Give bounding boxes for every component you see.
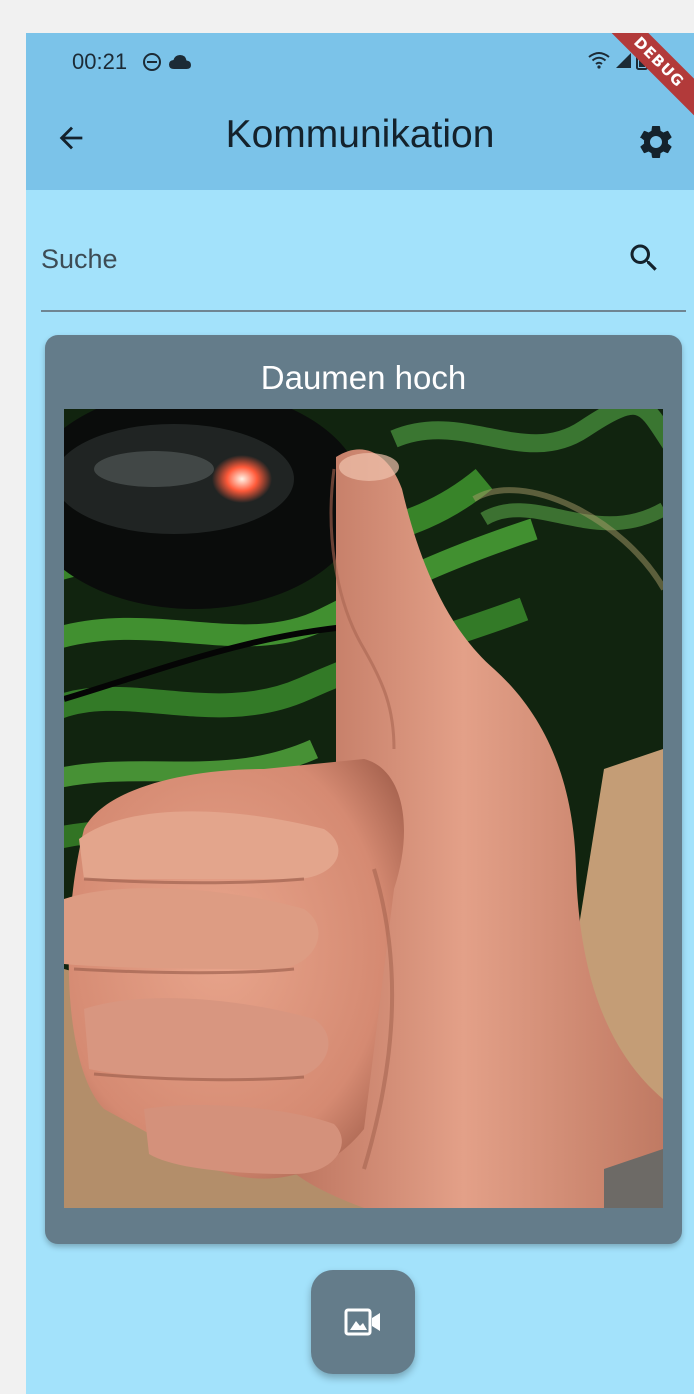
- status-left-icons: [142, 49, 192, 75]
- app-screen: 00:21 DEBUG Kommunikation Suche Daumen h…: [26, 33, 694, 1394]
- do-not-disturb-icon: [143, 53, 161, 71]
- signal-icon: [616, 53, 631, 68]
- thumbs-up-photo: [64, 409, 663, 1208]
- card-title: Daumen hoch: [260, 359, 467, 396]
- media-button[interactable]: [311, 1270, 415, 1374]
- cloud-icon: [169, 55, 191, 69]
- search-button[interactable]: [621, 235, 667, 281]
- card-image: [64, 409, 663, 1208]
- gear-icon: [639, 125, 672, 158]
- app-bar: 00:21 DEBUG Kommunikation: [26, 33, 694, 190]
- status-time: 00:21: [72, 49, 128, 74]
- search-input[interactable]: [41, 237, 601, 281]
- photo-video-icon: [344, 1308, 380, 1336]
- symbol-card[interactable]: Daumen hoch: [45, 335, 682, 1244]
- page-title: Kommunikation: [225, 113, 495, 156]
- wifi-icon: [588, 52, 610, 69]
- settings-button[interactable]: [632, 118, 680, 166]
- search-bar: [41, 223, 686, 312]
- search-icon: [630, 244, 657, 271]
